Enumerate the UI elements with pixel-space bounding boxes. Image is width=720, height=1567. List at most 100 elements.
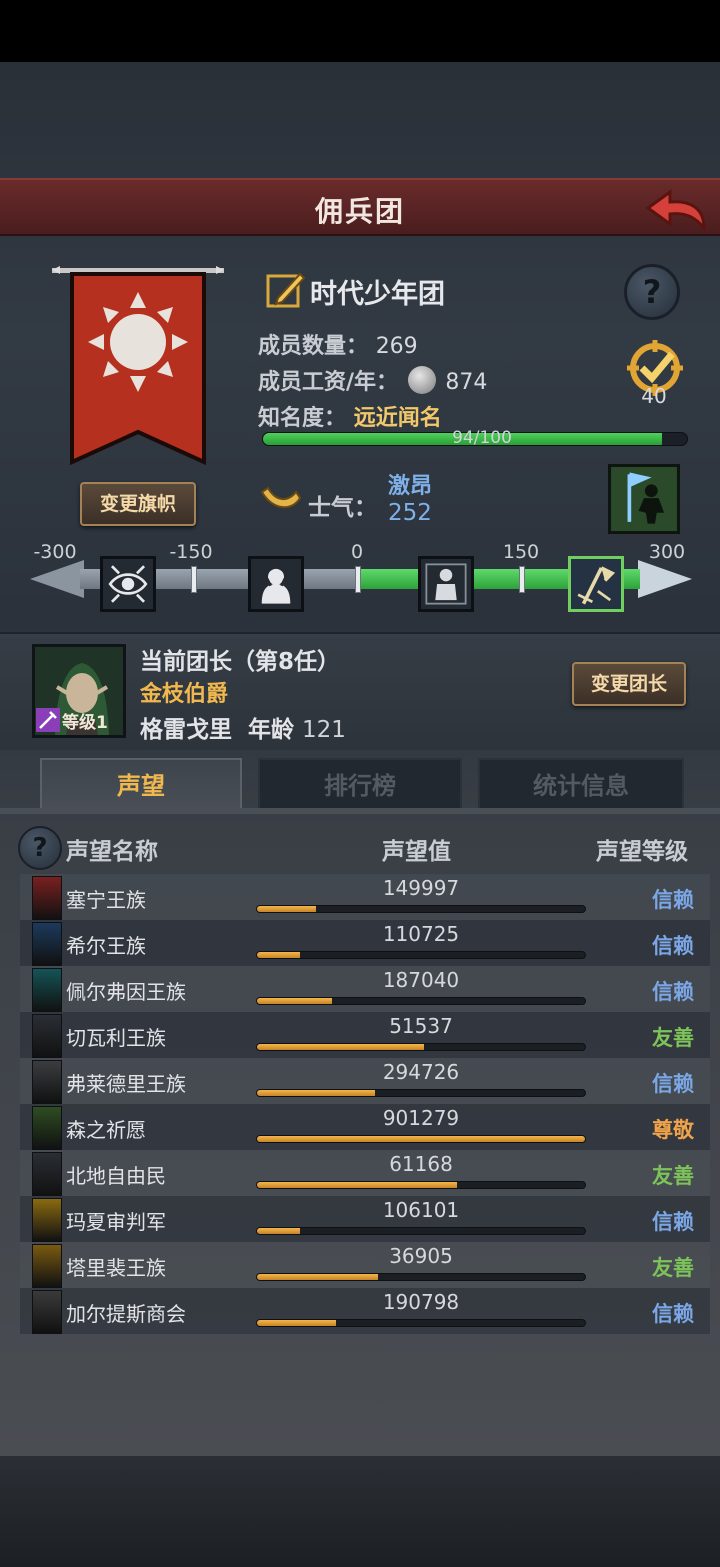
reputation-bar-fill: [257, 1228, 300, 1234]
members-value: 269: [375, 334, 418, 359]
faction-emblem-icon: [32, 1290, 62, 1334]
reputation-bar: [256, 1135, 586, 1143]
reputation-level: 尊敬: [652, 1118, 694, 1142]
faction-emblem-icon: [32, 876, 62, 920]
reputation-bar: [256, 1227, 586, 1235]
staff-icon: [36, 708, 60, 732]
reputation-row[interactable]: 塔里裴王族 36905 友善: [20, 1242, 710, 1288]
reputation-row[interactable]: 佩尔弗因王族 187040 信赖: [20, 966, 710, 1012]
salary-label: 成员工资/年：: [258, 370, 399, 395]
tab-reputation[interactable]: 声望: [40, 758, 242, 810]
target-value: 40: [641, 384, 667, 408]
reputation-level: 信赖: [652, 1302, 694, 1326]
reputation-level: 信赖: [652, 1072, 694, 1096]
tick-label: -150: [169, 541, 213, 563]
leader-age-label: 年龄: [248, 717, 295, 743]
reputation-bar-fill: [257, 906, 317, 912]
faction-name: 切瓦利王族: [66, 1026, 166, 1050]
header-bar: 佣兵团: [0, 178, 720, 236]
salary-value: 874: [445, 370, 488, 395]
fame-progress-text: 94/100: [452, 428, 512, 448]
reputation-row[interactable]: 北地自由民 61168 友善: [20, 1150, 710, 1196]
reputation-bar: [256, 1089, 586, 1097]
reputation-bar: [256, 997, 586, 1005]
reputation-row[interactable]: 弗莱德里王族 294726 信赖: [20, 1058, 710, 1104]
faction-name: 玛夏审判军: [66, 1210, 166, 1234]
morale-eye-icon[interactable]: [100, 556, 156, 612]
tick-label: 150: [502, 541, 540, 563]
reputation-bar-fill: [257, 1274, 379, 1280]
help-icon[interactable]: ?: [624, 264, 680, 320]
reputation-row[interactable]: 加尔提斯商会 190798 信赖: [20, 1288, 710, 1334]
reputation-bar-fill: [257, 1044, 425, 1050]
tab-ranking[interactable]: 排行榜: [258, 758, 462, 810]
reputation-bar: [256, 1273, 586, 1281]
reputation-value: 187040: [382, 968, 460, 992]
leader-title: 当前团长（第8任）: [140, 649, 341, 675]
scale-tick: [355, 566, 361, 593]
reputation-bar-fill: [257, 1320, 336, 1326]
reputation-bar: [256, 1181, 586, 1189]
reputation-level: 信赖: [652, 980, 694, 1004]
change-leader-button[interactable]: 变更团长: [572, 662, 686, 706]
faction-name: 希尔王族: [66, 934, 146, 958]
members-row: 成员数量： 269: [258, 328, 418, 360]
leader-name-row: 格雷戈里 年龄 121: [140, 710, 346, 744]
scale-right-arrow-icon: [638, 560, 692, 598]
reputation-row[interactable]: 塞宁王族 149997 信赖: [20, 874, 710, 920]
back-arrow-icon[interactable]: [642, 180, 712, 236]
reputation-value: 294726: [382, 1060, 460, 1084]
morale-high-icon[interactable]: [568, 556, 624, 612]
header-reputation-value: 声望值: [382, 839, 451, 865]
reputation-row[interactable]: 玛夏审判军 106101 信赖: [20, 1196, 710, 1242]
reputation-row[interactable]: 希尔王族 110725 信赖: [20, 920, 710, 966]
reputation-row[interactable]: 切瓦利王族 51537 友善: [20, 1012, 710, 1058]
leader-rank: 金枝伯爵: [140, 682, 229, 707]
faction-emblem-icon: [32, 922, 62, 966]
morale-status: 激昂: [388, 474, 433, 499]
tick-label: 0: [350, 541, 364, 563]
leader-age-value: 121: [302, 717, 346, 743]
status-bar: [0, 0, 720, 62]
tab-statistics[interactable]: 统计信息: [478, 758, 684, 810]
faction-emblem-icon: [32, 1152, 62, 1196]
reputation-value: 901279: [382, 1106, 460, 1130]
reputation-help-icon[interactable]: ?: [18, 826, 62, 870]
tab-underline: [0, 808, 720, 814]
faction-name: 北地自由民: [66, 1164, 166, 1188]
reputation-level: 友善: [652, 1026, 694, 1050]
reputation-bar-fill: [257, 1182, 458, 1188]
faction-name: 塞宁王族: [66, 888, 146, 912]
morale-label: 士气：: [308, 495, 377, 521]
tick-label: 300: [648, 541, 686, 563]
faction-emblem-icon: [32, 968, 62, 1012]
silver-coin-icon: [407, 366, 436, 394]
faction-name: 加尔提斯商会: [66, 1302, 186, 1326]
tick-label: -300: [33, 541, 77, 563]
guild-banner-icon[interactable]: [52, 264, 224, 474]
reputation-bar-fill: [257, 1090, 376, 1096]
reputation-value: 51537: [389, 1014, 453, 1038]
guild-name: 时代少年团: [310, 279, 445, 310]
morale-value: 252: [388, 500, 432, 526]
faction-name: 佩尔弗因王族: [66, 980, 186, 1004]
reputation-value: 110725: [382, 922, 460, 946]
edit-name-icon[interactable]: [264, 268, 306, 310]
reputation-level: 信赖: [652, 934, 694, 958]
faction-name: 弗莱德里王族: [66, 1072, 186, 1096]
morale-flag-icon[interactable]: [608, 464, 680, 534]
reputation-level: 信赖: [652, 1210, 694, 1234]
reputation-bar-fill: [257, 1136, 585, 1142]
reputation-row[interactable]: 森之祈愿 901279 尊敬: [20, 1104, 710, 1150]
reputation-bar: [256, 1043, 586, 1051]
scale-tick: [519, 566, 525, 593]
reputation-level: 友善: [652, 1164, 694, 1188]
morale-despair-icon[interactable]: [248, 556, 304, 612]
faction-emblem-icon: [32, 1106, 62, 1150]
change-banner-button[interactable]: 变更旗帜: [80, 482, 196, 526]
faction-emblem-icon: [32, 1198, 62, 1242]
morale-calm-icon[interactable]: [418, 556, 474, 612]
header-faction-name: 声望名称: [66, 839, 158, 865]
reputation-bar: [256, 1319, 586, 1327]
reputation-value: 149997: [382, 876, 460, 900]
